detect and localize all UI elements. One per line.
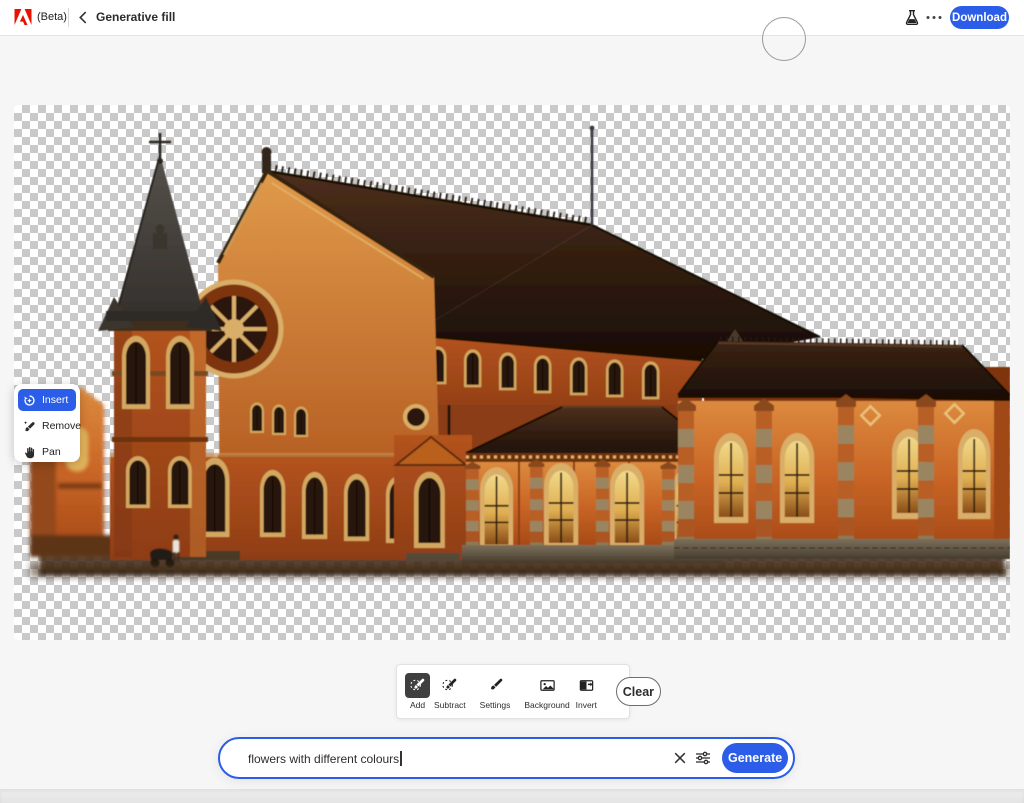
image-icon [539, 677, 556, 694]
tool-remove[interactable]: Remove [18, 415, 76, 437]
background-label: Background [524, 700, 569, 710]
settings-label: Settings [480, 700, 511, 710]
bottom-edge-strip [0, 789, 1024, 803]
remove-icon [23, 420, 36, 433]
invert-icon [578, 677, 595, 694]
adobe-logo-icon [14, 9, 32, 25]
tool-menu: Insert Remove Pan [14, 384, 80, 462]
experiment-flask-icon[interactable] [905, 9, 919, 26]
image-canvas[interactable] [14, 105, 1010, 640]
tool-insert[interactable]: Insert [18, 389, 76, 411]
tool-pan[interactable]: Pan [18, 441, 76, 463]
pan-icon [23, 446, 36, 459]
prompt-value: flowers with different colours [248, 752, 399, 766]
page-title: Generative fill [96, 10, 175, 24]
invert-tile [574, 673, 599, 698]
subtract-tile [437, 673, 462, 698]
background-tile [535, 673, 560, 698]
add-tile [405, 673, 430, 698]
header-divider [68, 8, 69, 27]
add-label: Add [410, 700, 425, 710]
toolbar-invert[interactable]: Invert [574, 673, 599, 710]
toolbar-background[interactable]: Background [524, 673, 569, 710]
tool-insert-label: Insert [42, 394, 68, 406]
download-button[interactable]: Download [950, 6, 1009, 29]
brush-icon [487, 677, 504, 694]
prompt-bar: flowers with different colours Generate [218, 737, 795, 779]
cathedral-image [14, 105, 1010, 640]
insert-icon [23, 394, 36, 407]
toolbar-settings[interactable]: Settings [480, 673, 511, 710]
brush-size-cursor [762, 17, 806, 61]
prompt-input[interactable]: flowers with different colours [220, 751, 670, 766]
app-header: (Beta) Generative fill Download [0, 0, 1024, 36]
clear-prompt-icon[interactable] [674, 752, 686, 764]
tool-remove-label: Remove [42, 420, 81, 432]
beta-label: (Beta) [37, 11, 67, 23]
tool-pan-label: Pan [42, 446, 61, 458]
back-chevron-icon[interactable] [77, 11, 89, 24]
clear-button[interactable]: Clear [616, 677, 661, 706]
selection-toolbar: Add Subtract Settings [396, 664, 630, 719]
prompt-settings-icon[interactable] [694, 749, 712, 767]
brush-dashed-icon [441, 677, 458, 694]
invert-label: Invert [576, 700, 597, 710]
text-caret [400, 751, 401, 766]
settings-tile [483, 673, 508, 698]
toolbar-add[interactable]: Add [405, 673, 430, 710]
subtract-label: Subtract [434, 700, 466, 710]
brush-dashed-icon [409, 677, 426, 694]
more-options-icon[interactable] [926, 15, 942, 20]
generate-button[interactable]: Generate [722, 743, 788, 773]
toolbar-subtract[interactable]: Subtract [434, 673, 466, 710]
